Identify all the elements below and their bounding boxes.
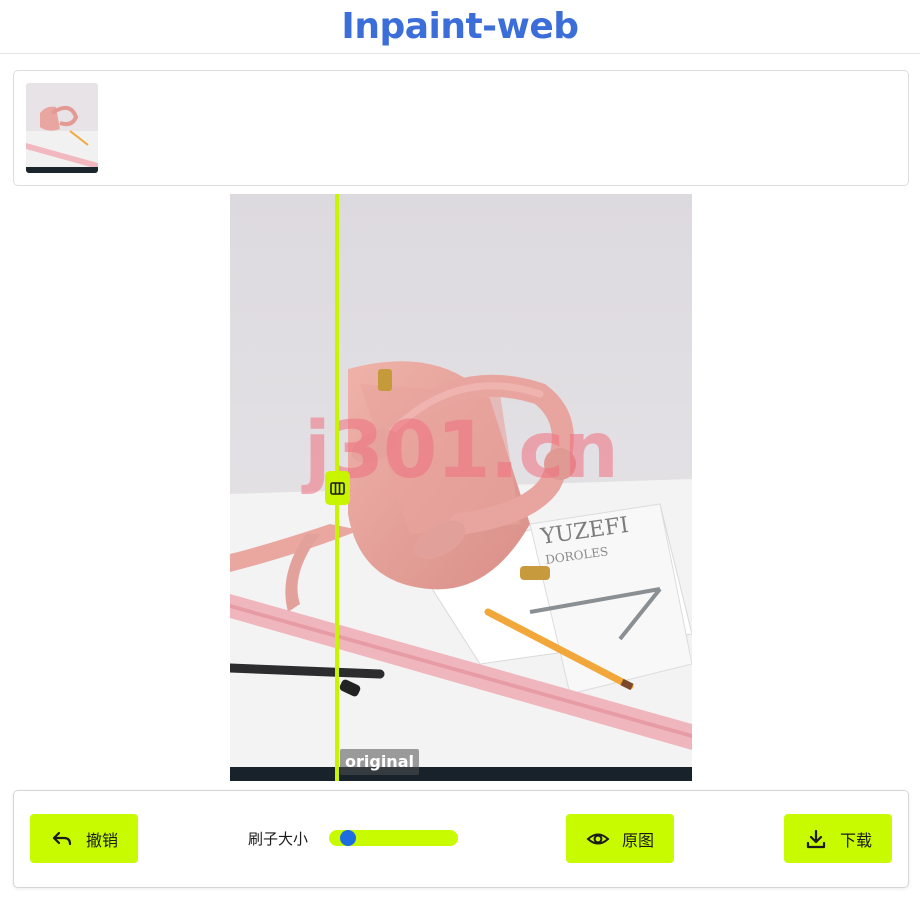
image-thumbnail[interactable] — [26, 83, 98, 173]
image-editor-canvas[interactable]: YUZEFI DOROLES j301.cn original — [230, 194, 692, 781]
undo-button[interactable]: 撤销 — [30, 814, 138, 863]
columns-icon — [330, 481, 345, 495]
compare-divider-handle[interactable] — [325, 471, 350, 505]
show-original-button[interactable]: 原图 — [566, 814, 674, 863]
original-image-label: original — [340, 749, 419, 775]
app-title: Inpaint-web — [341, 6, 579, 47]
show-original-button-label: 原图 — [621, 830, 654, 850]
brush-size-slider-thumb[interactable] — [340, 830, 356, 846]
download-icon — [806, 829, 826, 848]
undo-button-label: 撤销 — [85, 830, 118, 850]
bag-photo: YUZEFI DOROLES — [230, 194, 692, 781]
bag-thumbnail-image — [26, 83, 98, 173]
editor-toolbar: 撤销 刷子大小 原图 下载 — [13, 790, 909, 888]
image-gallery — [13, 70, 909, 186]
undo-icon — [52, 831, 72, 845]
download-button-label: 下载 — [839, 830, 872, 850]
download-button[interactable]: 下载 — [784, 814, 892, 863]
image-bottom-strip — [230, 767, 692, 781]
eye-icon — [586, 833, 610, 844]
app-header: Inpaint-web — [0, 0, 920, 54]
brush-size-slider[interactable] — [329, 830, 458, 846]
brush-size-label: 刷子大小 — [248, 830, 309, 848]
